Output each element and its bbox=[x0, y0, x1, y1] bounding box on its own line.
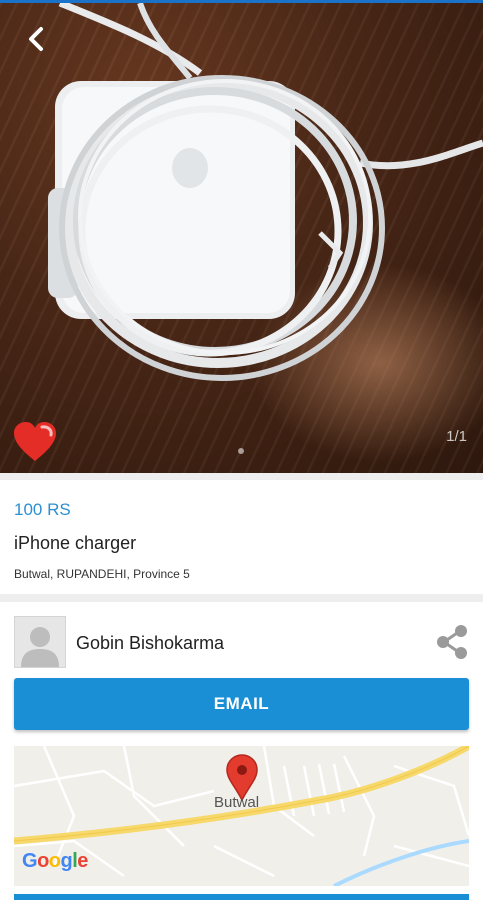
listing-title: iPhone charger bbox=[14, 533, 137, 553]
listing-info-card: 100 RS iPhone charger Butwal, RUPANDEHI,… bbox=[0, 480, 483, 594]
google-logo: Google bbox=[22, 850, 88, 872]
image-counter: 1/1 bbox=[446, 428, 467, 445]
next-action-button-edge[interactable] bbox=[14, 894, 469, 900]
location-map[interactable]: Butwal Google bbox=[14, 746, 469, 886]
favorite-button[interactable] bbox=[12, 421, 58, 463]
share-button[interactable] bbox=[432, 622, 472, 662]
back-button[interactable] bbox=[18, 21, 54, 57]
email-button[interactable]: EMAIL bbox=[14, 678, 469, 730]
back-arrow-icon bbox=[29, 27, 43, 51]
listing-photo[interactable]: 1/1 bbox=[0, 3, 483, 473]
product-image bbox=[48, 3, 483, 381]
seller-card: Gobin Bishokarma EMAIL Butwal Google bbox=[0, 602, 483, 900]
listing-location: Butwal, RUPANDEHI, Province 5 bbox=[14, 567, 190, 581]
avatar[interactable] bbox=[14, 616, 66, 668]
seller-name[interactable]: Gobin Bishokarma bbox=[76, 633, 224, 654]
share-icon bbox=[437, 625, 467, 659]
heart-icon bbox=[14, 422, 56, 461]
map-place-label: Butwal bbox=[214, 794, 260, 811]
user-placeholder-icon bbox=[21, 627, 59, 667]
carousel-indicator bbox=[238, 448, 244, 454]
listing-price: 100 RS bbox=[14, 500, 71, 519]
